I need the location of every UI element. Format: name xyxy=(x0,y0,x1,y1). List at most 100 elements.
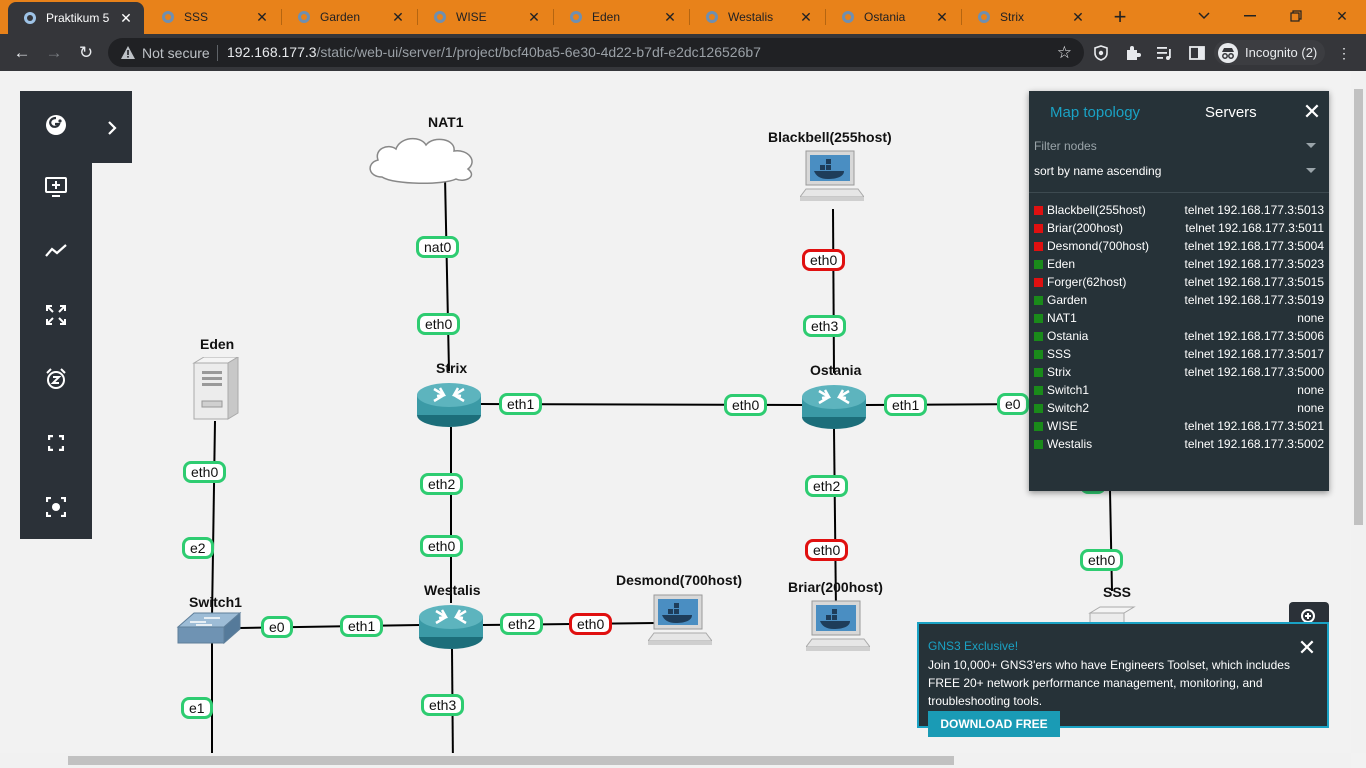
server-console[interactable]: telnet 192.168.177.3:5021 xyxy=(1185,419,1324,433)
server-console[interactable]: telnet 192.168.177.3:5002 xyxy=(1185,437,1324,451)
node-label-eden[interactable]: Eden xyxy=(200,336,234,352)
port-label-briar-eth0[interactable]: eth0 xyxy=(805,539,849,561)
media-queue-icon[interactable] xyxy=(1155,43,1175,63)
server-row[interactable]: WISE telnet 192.168.177.3:5021 xyxy=(1034,417,1324,435)
download-free-button[interactable]: DOWNLOAD FREE xyxy=(928,711,1060,737)
bookmark-star-icon[interactable]: ☆ xyxy=(1057,43,1072,63)
server-console[interactable]: telnet 192.168.177.3:5015 xyxy=(1185,275,1324,289)
vertical-scrollbar[interactable] xyxy=(1351,71,1366,753)
side-panel-icon[interactable] xyxy=(1187,43,1207,63)
restore-icon[interactable] xyxy=(1284,5,1308,27)
node-label-westalis[interactable]: Westalis xyxy=(424,582,481,598)
dropdown-caret-icon[interactable] xyxy=(1306,143,1316,148)
port-label-switch1-e1[interactable]: e1 xyxy=(181,697,213,719)
browser-tab[interactable]: Strix ✕ xyxy=(962,0,1096,34)
server-row[interactable]: Strix telnet 192.168.177.3:5000 xyxy=(1034,363,1324,381)
browser-tab[interactable]: WISE ✕ xyxy=(418,0,552,34)
docker-host-icon[interactable] xyxy=(648,593,712,651)
topology-canvas[interactable]: NAT1 Blackbell(255host) Eden Strix Ostan… xyxy=(0,71,1366,768)
browser-tab[interactable]: Ostania ✕ xyxy=(826,0,960,34)
port-label-strix-eth1[interactable]: eth1 xyxy=(499,393,543,415)
close-tab-icon[interactable]: ✕ xyxy=(798,9,814,25)
scrollbar-thumb[interactable] xyxy=(68,756,954,765)
tab-servers[interactable]: Servers xyxy=(1205,104,1257,121)
port-label-ostania-eth0[interactable]: eth0 xyxy=(724,394,768,416)
close-tab-icon[interactable]: ✕ xyxy=(254,9,270,25)
tool-panel-expand[interactable] xyxy=(92,91,132,163)
port-label-westalis-eth3[interactable]: eth3 xyxy=(421,694,465,716)
tab-search-chevron-icon[interactable] xyxy=(1192,5,1216,27)
address-bar[interactable]: Not secure 192.168.177.3/static/web-ui/s… xyxy=(108,38,1084,67)
node-label-desmond[interactable]: Desmond(700host) xyxy=(616,572,742,588)
port-label-westalis-eth1[interactable]: eth1 xyxy=(340,615,384,637)
server-row[interactable]: Ostania telnet 192.168.177.3:5006 xyxy=(1034,327,1324,345)
docker-host-icon[interactable] xyxy=(800,149,864,207)
router-icon[interactable] xyxy=(801,381,867,431)
close-tab-icon[interactable]: ✕ xyxy=(934,9,950,25)
server-row[interactable]: SSS telnet 192.168.177.3:5017 xyxy=(1034,345,1324,363)
close-tab-icon[interactable]: ✕ xyxy=(662,9,678,25)
port-label-ostania-eth3[interactable]: eth3 xyxy=(803,315,847,337)
server-console[interactable]: none xyxy=(1297,311,1324,325)
port-label-switch1-e2[interactable]: e2 xyxy=(182,537,214,559)
server-row[interactable]: Desmond(700host) telnet 192.168.177.3:500… xyxy=(1034,237,1324,255)
server-icon[interactable] xyxy=(190,357,242,421)
node-label-nat1[interactable]: NAT1 xyxy=(428,114,464,130)
port-label-wise-e0[interactable]: e0 xyxy=(997,393,1029,415)
close-tab-icon[interactable]: ✕ xyxy=(118,10,134,26)
router-icon[interactable] xyxy=(418,601,484,651)
server-console[interactable]: telnet 192.168.177.3:5000 xyxy=(1185,365,1324,379)
server-row[interactable]: Switch2 none xyxy=(1034,399,1324,417)
node-label-sss[interactable]: SSS xyxy=(1103,584,1131,600)
port-label-nat0[interactable]: nat0 xyxy=(416,236,460,258)
expand-icon[interactable] xyxy=(40,299,72,331)
node-label-blackbell[interactable]: Blackbell(255host) xyxy=(768,129,892,145)
server-row[interactable]: Switch1 none xyxy=(1034,381,1324,399)
back-arrow-icon[interactable]: ← xyxy=(10,41,34,65)
horizontal-scrollbar[interactable] xyxy=(0,753,1351,768)
more-menu-icon[interactable]: ⋮ xyxy=(1334,43,1354,63)
url-text[interactable]: 192.168.177.3/static/web-ui/server/1/pro… xyxy=(227,44,761,60)
puzzle-extensions-icon[interactable] xyxy=(1123,43,1143,63)
shield-extension-icon[interactable] xyxy=(1091,43,1111,63)
gns3-logo-icon[interactable] xyxy=(40,109,72,141)
browser-tab[interactable]: Westalis ✕ xyxy=(690,0,824,34)
server-console[interactable]: telnet 192.168.177.3:5019 xyxy=(1185,293,1324,307)
server-console[interactable]: telnet 192.168.177.3:5013 xyxy=(1185,203,1324,217)
close-window-icon[interactable]: ✕ xyxy=(1330,5,1354,27)
router-icon[interactable] xyxy=(416,379,482,429)
browser-tab[interactable]: SSS ✕ xyxy=(146,0,280,34)
add-device-monitor-icon[interactable] xyxy=(40,171,72,203)
node-label-ostania[interactable]: Ostania xyxy=(810,362,861,378)
scrollbar-thumb[interactable] xyxy=(1354,89,1363,525)
forward-arrow-icon[interactable]: → xyxy=(42,41,66,65)
dropdown-caret-icon[interactable] xyxy=(1306,168,1316,173)
draw-link-icon[interactable] xyxy=(40,235,72,267)
node-label-switch1[interactable]: Switch1 xyxy=(189,594,242,610)
server-console[interactable]: telnet 192.168.177.3:5017 xyxy=(1185,347,1324,361)
server-console[interactable]: telnet 192.168.177.3:5006 xyxy=(1185,329,1324,343)
close-tab-icon[interactable]: ✕ xyxy=(526,9,542,25)
minimize-icon[interactable] xyxy=(1238,5,1262,27)
new-tab-icon[interactable]: + xyxy=(1108,4,1132,29)
server-console[interactable]: none xyxy=(1297,401,1324,415)
port-label-westalis-eth0[interactable]: eth0 xyxy=(420,535,464,557)
server-row[interactable]: Eden telnet 192.168.177.3:5023 xyxy=(1034,255,1324,273)
server-console[interactable]: none xyxy=(1297,383,1324,397)
browser-tab[interactable]: Eden ✕ xyxy=(554,0,688,34)
switch-icon[interactable] xyxy=(176,611,242,647)
port-label-blackbell-eth0[interactable]: eth0 xyxy=(802,249,846,271)
port-label-sss-eth0[interactable]: eth0 xyxy=(1080,549,1124,571)
port-label-switch1-e0[interactable]: e0 xyxy=(261,616,293,638)
port-label-eden-eth0[interactable]: eth0 xyxy=(183,461,227,483)
chevron-right-icon[interactable] xyxy=(107,121,117,135)
port-label-westalis-eth2[interactable]: eth2 xyxy=(500,613,544,635)
close-icon[interactable]: ✕ xyxy=(1300,99,1324,124)
server-row[interactable]: Forger(62host) telnet 192.168.177.3:5015 xyxy=(1034,273,1324,291)
port-label-ostania-eth2[interactable]: eth2 xyxy=(805,475,849,497)
port-label-strix-eth0[interactable]: eth0 xyxy=(417,313,461,335)
server-row[interactable]: Briar(200host) telnet 192.168.177.3:5011 xyxy=(1034,219,1324,237)
snooze-clock-icon[interactable] xyxy=(40,363,72,395)
node-label-strix[interactable]: Strix xyxy=(436,360,467,376)
sort-select[interactable]: sort by name ascending xyxy=(1034,164,1324,178)
